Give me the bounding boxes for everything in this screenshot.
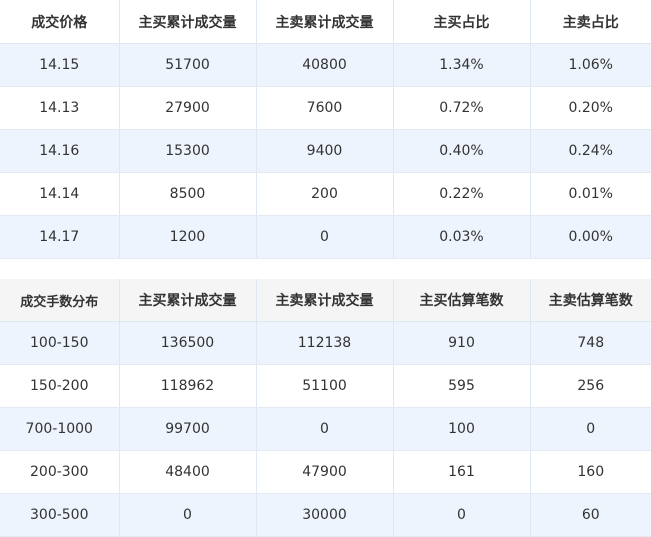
- sell-orders-cell: 160: [530, 450, 651, 494]
- lot-range-cell: 300-500: [0, 493, 120, 537]
- sell-ratio-cell: 0.24%: [530, 129, 651, 173]
- buy-volume-cell: 51700: [119, 43, 257, 87]
- buy-ratio-cell: 0.40%: [393, 129, 531, 173]
- table-spacer: [0, 259, 651, 279]
- buy-orders-cell: 100: [393, 407, 531, 451]
- buy-volume-cell: 48400: [119, 450, 257, 494]
- header-trade-price[interactable]: 成交价格: [0, 0, 120, 44]
- sell-volume-cell: 200: [256, 172, 394, 216]
- sell-ratio-cell: 0.20%: [530, 86, 651, 130]
- price-cell: 14.16: [0, 129, 120, 173]
- lot-table-header-row: 成交手数分布 主买累计成交量 主卖累计成交量 主买估算笔数 主卖估算笔数: [0, 279, 651, 322]
- buy-ratio-cell: 0.22%: [393, 172, 531, 216]
- header-lot-size-distribution[interactable]: 成交手数分布: [0, 279, 120, 322]
- table-row: 14.13 27900 7600 0.72% 0.20%: [0, 86, 651, 130]
- sell-volume-cell: 0: [256, 407, 394, 451]
- buy-volume-cell: 136500: [119, 321, 257, 365]
- buy-volume-cell: 99700: [119, 407, 257, 451]
- sell-ratio-cell: 0.01%: [530, 172, 651, 216]
- buy-orders-cell: 0: [393, 493, 531, 537]
- sell-volume-cell: 30000: [256, 493, 394, 537]
- sell-orders-cell: 0: [530, 407, 651, 451]
- table-row: 200-300 48400 47900 161 160: [0, 450, 651, 494]
- header-active-sell-volume[interactable]: 主卖累计成交量: [256, 279, 394, 322]
- sell-orders-cell: 748: [530, 321, 651, 365]
- table-row: 150-200 118962 51100 595 256: [0, 364, 651, 408]
- header-est-buy-orders[interactable]: 主买估算笔数: [393, 279, 531, 322]
- price-cell: 14.15: [0, 43, 120, 87]
- table-row: 14.14 8500 200 0.22% 0.01%: [0, 172, 651, 216]
- sell-orders-cell: 60: [530, 493, 651, 537]
- buy-volume-cell: 15300: [119, 129, 257, 173]
- buy-orders-cell: 595: [393, 364, 531, 408]
- price-table-header-row: 成交价格 主买累计成交量 主卖累计成交量 主买占比 主卖占比: [0, 0, 651, 44]
- sell-ratio-cell: 0.00%: [530, 215, 651, 259]
- sell-volume-cell: 7600: [256, 86, 394, 130]
- buy-volume-cell: 8500: [119, 172, 257, 216]
- trade-distribution-panel: 成交价格 主买累计成交量 主卖累计成交量 主买占比 主卖占比 14.15 517…: [0, 0, 651, 537]
- buy-orders-cell: 161: [393, 450, 531, 494]
- sell-volume-cell: 47900: [256, 450, 394, 494]
- header-active-buy-volume[interactable]: 主买累计成交量: [119, 0, 257, 44]
- buy-volume-cell: 0: [119, 493, 257, 537]
- header-active-sell-ratio[interactable]: 主卖占比: [530, 0, 651, 44]
- header-active-buy-volume[interactable]: 主买累计成交量: [119, 279, 257, 322]
- sell-volume-cell: 9400: [256, 129, 394, 173]
- table-row: 700-1000 99700 0 100 0: [0, 407, 651, 451]
- price-cell: 14.14: [0, 172, 120, 216]
- header-active-buy-ratio[interactable]: 主买占比: [393, 0, 531, 44]
- lot-range-cell: 700-1000: [0, 407, 120, 451]
- sell-ratio-cell: 1.06%: [530, 43, 651, 87]
- sell-volume-cell: 0: [256, 215, 394, 259]
- buy-ratio-cell: 1.34%: [393, 43, 531, 87]
- price-cell: 14.17: [0, 215, 120, 259]
- lot-range-cell: 100-150: [0, 321, 120, 365]
- table-row: 14.15 51700 40800 1.34% 1.06%: [0, 43, 651, 87]
- sell-volume-cell: 51100: [256, 364, 394, 408]
- buy-volume-cell: 1200: [119, 215, 257, 259]
- table-row: 14.17 1200 0 0.03% 0.00%: [0, 215, 651, 259]
- sell-volume-cell: 112138: [256, 321, 394, 365]
- buy-orders-cell: 910: [393, 321, 531, 365]
- lot-size-distribution-table: 成交手数分布 主买累计成交量 主卖累计成交量 主买估算笔数 主卖估算笔数 100…: [0, 279, 651, 537]
- sell-orders-cell: 256: [530, 364, 651, 408]
- lot-range-cell: 200-300: [0, 450, 120, 494]
- buy-ratio-cell: 0.03%: [393, 215, 531, 259]
- price-volume-table: 成交价格 主买累计成交量 主卖累计成交量 主买占比 主卖占比 14.15 517…: [0, 0, 651, 259]
- price-cell: 14.13: [0, 86, 120, 130]
- lot-range-cell: 150-200: [0, 364, 120, 408]
- sell-volume-cell: 40800: [256, 43, 394, 87]
- buy-volume-cell: 118962: [119, 364, 257, 408]
- buy-ratio-cell: 0.72%: [393, 86, 531, 130]
- table-row: 300-500 0 30000 0 60: [0, 493, 651, 537]
- table-row: 14.16 15300 9400 0.40% 0.24%: [0, 129, 651, 173]
- buy-volume-cell: 27900: [119, 86, 257, 130]
- header-est-sell-orders[interactable]: 主卖估算笔数: [530, 279, 651, 322]
- header-active-sell-volume[interactable]: 主卖累计成交量: [256, 0, 394, 44]
- table-row: 100-150 136500 112138 910 748: [0, 321, 651, 365]
